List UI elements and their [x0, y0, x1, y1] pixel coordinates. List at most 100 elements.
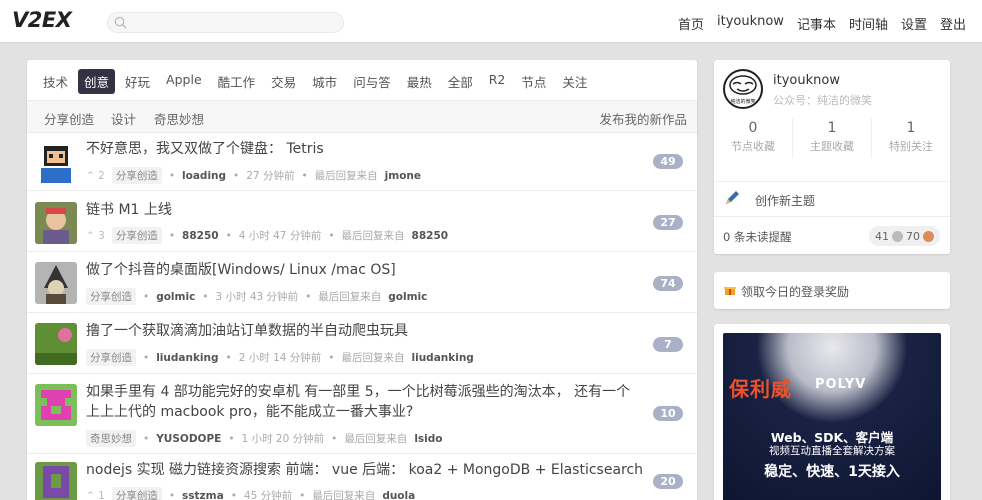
- last-reply-label: 最后回复来自: [344, 433, 408, 445]
- node-badge[interactable]: 奇思妙想: [86, 430, 136, 447]
- tab-hot[interactable]: 最热: [401, 69, 438, 94]
- search-input[interactable]: [107, 12, 344, 33]
- topic-row: 撸了一个获取滴滴加油站订单数据的半自动爬虫玩具 分享创造 • liudankin…: [27, 313, 697, 374]
- topic-meta: ⌃ 1 分享创造 • sstzma • 45 分钟前 • 最后回复来自 duol…: [86, 487, 415, 500]
- subtab-ideas[interactable]: 奇思妙想: [154, 109, 204, 128]
- avatar[interactable]: [35, 462, 77, 500]
- topic-title[interactable]: nodejs 实现 磁力链接资源搜索 前端： vue 后端： koa2 + Mo…: [86, 459, 643, 481]
- svg-text:纯洁的微笑: 纯洁的微笑: [730, 98, 755, 105]
- topic-list-box: 技术 创意 好玩 Apple 酷工作 交易 城市 问与答 最热 全部 R2 节点…: [27, 60, 697, 500]
- reply-count-badge[interactable]: 49: [653, 154, 683, 169]
- new-topic-link[interactable]: 创作新主题: [755, 192, 815, 209]
- topic-title-continued[interactable]: 上上上代的 macbook pro，能不能成立一番大事业?: [86, 401, 413, 423]
- subtab-design[interactable]: 设计: [111, 109, 136, 128]
- tab-apple[interactable]: Apple: [160, 69, 208, 94]
- tab-all[interactable]: 全部: [442, 69, 479, 94]
- ad-brand-en: POLYV: [815, 377, 867, 392]
- ad-banner[interactable]: 保利威 POLYV Web、SDK、客户端 视频互动直播全套解决方案 稳定、快速…: [723, 333, 941, 500]
- author-link[interactable]: sstzma: [182, 490, 224, 500]
- author-link[interactable]: YUSODOPE: [156, 433, 221, 445]
- topic-title[interactable]: 做了个抖音的桌面版[Windows/ Linux /mac OS]: [86, 259, 396, 281]
- daily-reward-link[interactable]: 领取今日的登录奖励: [741, 283, 849, 300]
- tab-fun[interactable]: 好玩: [119, 69, 156, 94]
- reply-count-badge[interactable]: 20: [653, 474, 683, 489]
- nav-logout[interactable]: 登出: [940, 14, 966, 33]
- reply-count-badge[interactable]: 10: [653, 406, 683, 421]
- node-badge[interactable]: 分享创造: [111, 167, 162, 184]
- post-time: 4 小时 47 分钟前: [238, 230, 322, 242]
- nav-notes[interactable]: 记事本: [797, 14, 836, 33]
- topic-title[interactable]: 撸了一个获取滴滴加油站订单数据的半自动爬虫玩具: [86, 320, 408, 342]
- reply-count-badge[interactable]: 27: [653, 215, 683, 230]
- subtab-share-create[interactable]: 分享创造: [44, 109, 94, 128]
- topic-meta: 分享创造 • golmic • 3 小时 43 分钟前 • 最后回复来自 gol…: [86, 288, 427, 305]
- new-topic-row[interactable]: 创作新主题: [714, 181, 950, 217]
- avatar[interactable]: [35, 262, 77, 304]
- vote-count[interactable]: ⌃ 3: [86, 230, 105, 242]
- author-link[interactable]: golmic: [156, 291, 195, 303]
- last-reply-user[interactable]: golmic: [388, 291, 427, 303]
- nav-home[interactable]: 首页: [678, 14, 704, 33]
- tab-deals[interactable]: 交易: [265, 69, 302, 94]
- user-panel: 纯洁的微笑 ityouknow 公众号：纯洁的微笑 0 节点收藏 1 主题收藏 …: [714, 60, 950, 254]
- stat-following[interactable]: 1 特别关注: [872, 118, 950, 158]
- vote-count[interactable]: ⌃ 1: [86, 490, 105, 500]
- reply-count-badge[interactable]: 74: [653, 276, 683, 291]
- avatar[interactable]: [35, 323, 77, 365]
- last-reply-user[interactable]: jmone: [385, 170, 421, 182]
- avatar[interactable]: [35, 202, 77, 244]
- tab-creative[interactable]: 创意: [78, 69, 116, 94]
- reply-count-badge[interactable]: 7: [653, 337, 683, 352]
- unread-notifications[interactable]: 0 条未读提醒: [723, 229, 791, 245]
- last-reply-label: 最后回复来自: [341, 230, 405, 242]
- user-avatar[interactable]: 纯洁的微笑: [723, 69, 763, 109]
- avatar[interactable]: [35, 384, 77, 426]
- last-reply-user[interactable]: 88250: [412, 230, 449, 242]
- nav-profile[interactable]: ityouknow: [717, 14, 784, 33]
- topic-row: 不好意思，我又双做了个键盘： Tetris ⌃ 2 分享创造 • loading…: [27, 133, 697, 191]
- balance-badge[interactable]: 41 70: [869, 226, 940, 246]
- author-link[interactable]: liudanking: [156, 352, 218, 364]
- stat-topic-favorites[interactable]: 1 主题收藏: [793, 118, 872, 158]
- ad-panel: 保利威 POLYV Web、SDK、客户端 视频互动直播全套解决方案 稳定、快速…: [714, 324, 950, 500]
- tab-nodes[interactable]: 节点: [515, 69, 552, 94]
- post-time: 27 分钟前: [246, 170, 295, 182]
- node-badge[interactable]: 分享创造: [86, 349, 136, 366]
- last-reply-user[interactable]: duola: [382, 490, 415, 500]
- nav-timeline[interactable]: 时间轴: [849, 14, 888, 33]
- post-time: 1 小时 20 分钟前: [241, 433, 325, 445]
- publish-new-work-link[interactable]: 发布我的新作品: [599, 109, 687, 128]
- stat-node-favorites[interactable]: 0 节点收藏: [714, 118, 793, 158]
- sub-node-bar: 分享创造 设计 奇思妙想 发布我的新作品: [27, 100, 697, 133]
- last-reply-label: 最后回复来自: [341, 352, 405, 364]
- topic-title[interactable]: 链书 M1 上线: [86, 199, 172, 221]
- gift-icon: [724, 287, 736, 295]
- topic-title[interactable]: 不好意思，我又双做了个键盘： Tetris: [86, 138, 324, 160]
- username[interactable]: ityouknow: [773, 73, 840, 88]
- tab-following[interactable]: 关注: [556, 69, 593, 94]
- vote-count[interactable]: ⌃ 2: [86, 170, 105, 182]
- node-badge[interactable]: 分享创造: [111, 227, 162, 244]
- node-badge[interactable]: 分享创造: [111, 487, 162, 500]
- ad-brand: 保利威: [729, 377, 792, 401]
- tab-city[interactable]: 城市: [306, 69, 343, 94]
- daily-reward-panel: 领取今日的登录奖励: [714, 272, 950, 309]
- topic-title[interactable]: 如果手里有 4 部功能完好的安卓机 有一部里 5，一个比树莓派强些的淘汰本， 还…: [86, 381, 630, 403]
- tab-r2[interactable]: R2: [483, 69, 512, 94]
- category-tabs: 技术 创意 好玩 Apple 酷工作 交易 城市 问与答 最热 全部 R2 节点…: [37, 69, 593, 94]
- site-logo[interactable]: V2EX: [12, 8, 72, 32]
- user-stats: 0 节点收藏 1 主题收藏 1 特别关注: [714, 118, 950, 158]
- last-reply-user[interactable]: lsido: [414, 433, 442, 445]
- tab-tech[interactable]: 技术: [37, 69, 74, 94]
- avatar[interactable]: [35, 141, 77, 183]
- author-link[interactable]: 88250: [182, 230, 219, 242]
- last-reply-label: 最后回复来自: [312, 490, 376, 500]
- last-reply-label: 最后回复来自: [314, 170, 378, 182]
- ad-line-3: 稳定、快速、1天接入: [764, 464, 900, 480]
- author-link[interactable]: loading: [182, 170, 226, 182]
- tab-qna[interactable]: 问与答: [347, 69, 397, 94]
- node-badge[interactable]: 分享创造: [86, 288, 136, 305]
- tab-jobs[interactable]: 酷工作: [212, 69, 262, 94]
- last-reply-user[interactable]: liudanking: [412, 352, 474, 364]
- nav-settings[interactable]: 设置: [901, 14, 927, 33]
